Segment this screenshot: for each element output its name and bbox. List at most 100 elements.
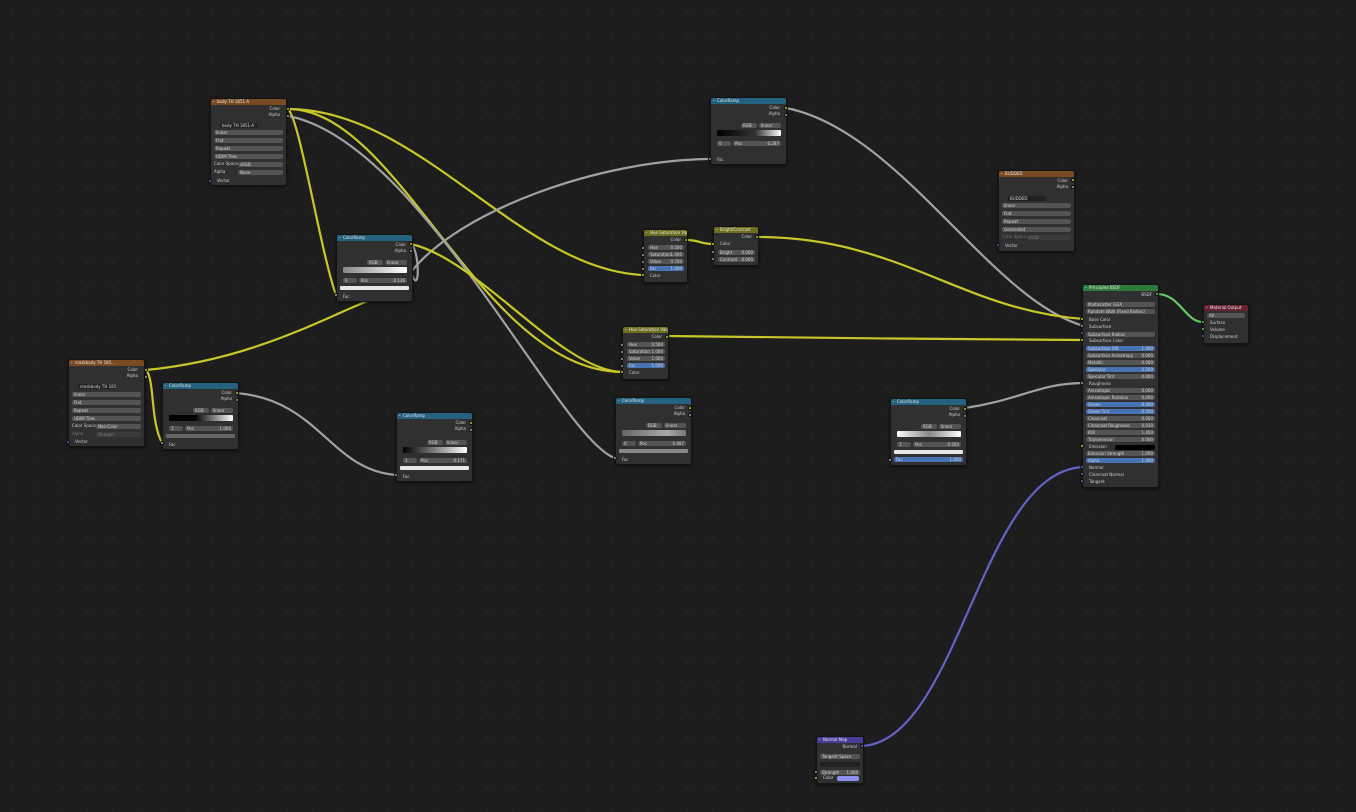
distribution-dropdown[interactable]: Multiscatter GGX [1086, 302, 1155, 307]
stop-index[interactable]: 0 [622, 441, 636, 446]
stop-color-swatch[interactable] [166, 434, 235, 438]
socket-vector-in[interactable] [66, 440, 70, 444]
socket-subsurface-color-in[interactable] [1080, 338, 1084, 342]
color-ramp-gradient[interactable] [622, 430, 686, 436]
socket-contrast-in[interactable] [711, 257, 715, 261]
color-swatch[interactable] [837, 776, 859, 781]
interpolation-dropdown[interactable]: linear [1002, 203, 1071, 208]
color-ramp-gradient[interactable] [169, 415, 233, 421]
socket-alpha-out[interactable] [409, 249, 413, 253]
socket-volume-in[interactable] [1201, 327, 1205, 331]
subsurface-method-dropdown[interactable]: Random Walk (Fixed Radius) [1086, 309, 1155, 314]
space-dropdown[interactable]: Tangent Space [820, 754, 860, 759]
bsdf-param-field[interactable]: Sheen Tint 0.500 [1086, 409, 1155, 414]
fac-slider[interactable]: Fac 1.000 [894, 457, 963, 462]
socket-color-out[interactable] [1071, 178, 1075, 182]
alpha-mode-dropdown[interactable]: None [238, 170, 283, 175]
socket-color-in[interactable] [814, 776, 818, 780]
socket-color-out[interactable] [755, 235, 759, 239]
socket-color-out[interactable] [688, 406, 692, 410]
socket-hue-in[interactable] [641, 246, 645, 250]
node-header[interactable]: Principled BSDF [1083, 285, 1158, 291]
stop-position[interactable]: Pos 0.287 [733, 141, 781, 146]
socket-displacement-in[interactable] [1201, 334, 1205, 338]
colorspace-dropdown[interactable]: sRGB [238, 162, 283, 167]
bsdf-param-field[interactable]: Sheen 0.000 [1086, 402, 1155, 407]
stop-position[interactable]: Pos 1.000 [185, 426, 233, 431]
socket-surface-in[interactable] [1201, 320, 1205, 324]
color-ramp-node-body[interactable]: ColorRamp Color Alpha RGB linear 0 Pos0.… [615, 397, 692, 465]
interpolation-dropdown[interactable]: linear [214, 130, 283, 135]
socket-fac-in[interactable] [708, 157, 712, 161]
alpha-mode-dropdown[interactable]: Straight [96, 432, 141, 437]
bsdf-param-field[interactable]: Anisotropic 0.000 [1086, 388, 1155, 393]
node-header[interactable]: maskbody TH 185... [69, 360, 144, 366]
socket-roughness-in[interactable] [1080, 381, 1084, 385]
socket-alpha-out[interactable] [286, 114, 290, 118]
color-ramp-node-body[interactable]: ColorRamp Color Alpha RGB linear 1 Pos0.… [396, 412, 473, 482]
extension-dropdown[interactable]: Repeat [1002, 219, 1071, 224]
node-header[interactable]: BUDDED [999, 171, 1074, 177]
color-ramp-gradient[interactable] [897, 431, 961, 437]
hue-saturation-node-body[interactable]: Hue Saturation Value Color Hue 0.500 Satu… [622, 326, 669, 380]
socket-saturation-in[interactable] [620, 350, 624, 354]
socket-value-in[interactable] [641, 260, 645, 264]
interpolation-dropdown[interactable]: linear [759, 123, 781, 128]
socket-emission-in[interactable] [1080, 444, 1084, 448]
stop-index[interactable]: 1 [403, 458, 417, 463]
stop-position[interactable]: Pos 0.171 [419, 458, 467, 463]
image-selector[interactable]: maskbody TH 185... [78, 384, 116, 389]
socket-vector-in[interactable] [996, 243, 1000, 247]
color-mode-dropdown[interactable]: RGB [646, 423, 662, 428]
value-field[interactable]: Value 0.700 [648, 259, 684, 264]
emission-color-swatch[interactable] [1115, 445, 1155, 450]
color-ramp-gradient[interactable] [717, 130, 781, 136]
socket-fac-in[interactable] [334, 293, 338, 297]
colorspace-dropdown[interactable]: sRGB [1026, 235, 1071, 240]
color-mode-dropdown[interactable]: RGB [741, 123, 757, 128]
socket-color-out[interactable] [665, 335, 669, 339]
image-texture-node-body[interactable]: maskbody TH 185... Color Alpha maskbody … [68, 359, 145, 447]
stop-color-swatch[interactable] [340, 286, 409, 290]
stop-color-swatch[interactable] [400, 466, 469, 470]
bsdf-param-field[interactable]: Clearcoat 0.000 [1086, 416, 1155, 421]
bsdf-param-field[interactable]: Subsurface Anisotropy 0.000 [1086, 353, 1155, 358]
color-ramp-node-body[interactable]: ColorRamp Color Alpha RGB linear 1 Pos1.… [162, 382, 239, 450]
socket-bsdf-out[interactable] [1155, 292, 1159, 296]
image-selector[interactable]: BUDDED [1008, 196, 1046, 201]
socket-fac-in[interactable] [888, 458, 892, 462]
source-dropdown[interactable]: UDIM Tiles [214, 154, 283, 159]
extension-dropdown[interactable]: Repeat [214, 146, 283, 151]
socket-value-in[interactable] [620, 357, 624, 361]
extension-dropdown[interactable]: Repeat [72, 408, 141, 413]
socket-alpha-out[interactable] [688, 413, 692, 417]
socket-color-out[interactable] [286, 107, 290, 111]
node-header[interactable]: ColorRamp [891, 399, 966, 405]
node-header[interactable]: ColorRamp [397, 413, 472, 419]
bright-field[interactable]: Bright 0.000 [718, 250, 755, 255]
color-mode-dropdown[interactable]: RGB [193, 408, 209, 413]
node-header[interactable]: ColorRamp [711, 98, 786, 104]
socket-color-out[interactable] [784, 106, 788, 110]
socket-alpha-out[interactable] [1071, 185, 1075, 189]
bsdf-param-field[interactable]: Emission Strength 1.000 [1086, 451, 1155, 456]
color-ramp-gradient[interactable] [403, 447, 467, 453]
principled-bsdf-node-body[interactable]: Principled BSDF BSDF Multiscatter GGX Ra… [1082, 284, 1159, 488]
socket-fac-in[interactable] [613, 456, 617, 460]
socket-fac-in[interactable] [620, 364, 624, 368]
fac-field[interactable]: Fac 1.000 [648, 266, 684, 271]
socket-fac-in[interactable] [641, 267, 645, 271]
socket-hue-in[interactable] [620, 343, 624, 347]
fac-field[interactable]: Fac 1.000 [627, 363, 665, 368]
bsdf-param-field[interactable]: IOR 1.450 [1086, 430, 1155, 435]
colorspace-dropdown[interactable]: Non-Color [96, 424, 141, 429]
projection-dropdown[interactable]: Flat [1002, 211, 1071, 216]
socket-tangent-in[interactable] [1080, 479, 1084, 483]
socket-color-out[interactable] [235, 391, 239, 395]
hue-saturation-node-body[interactable]: Hue Saturation Value Color Hue 0.500 Satu… [643, 229, 688, 283]
node-header[interactable]: ColorRamp [616, 398, 691, 404]
node-header[interactable]: Normal Map [817, 737, 863, 743]
socket-alpha-out[interactable] [235, 398, 239, 402]
image-texture-node-body[interactable]: body TH 1851-A Color Alpha body TH 1851-… [210, 98, 287, 186]
interpolation-dropdown[interactable]: linear [72, 392, 141, 397]
